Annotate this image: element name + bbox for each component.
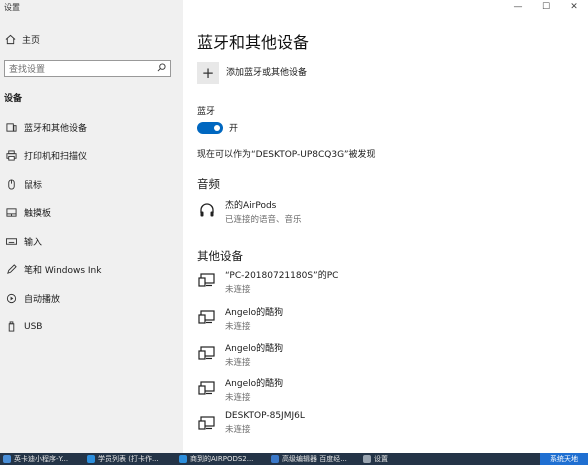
sidebar-item-pen[interactable]: 笔和 Windows Ink xyxy=(0,256,183,285)
usb-icon xyxy=(5,321,17,333)
gear-icon xyxy=(363,455,371,463)
sidebar-item-autoplay[interactable]: 自动播放 xyxy=(0,284,183,313)
device-status: 已连接的语音、音乐 xyxy=(225,215,302,225)
audio-heading: 音频 xyxy=(197,177,220,191)
taskbar-item-label: 英卡迪小程序-Y... xyxy=(14,455,69,463)
keyboard-icon xyxy=(5,235,17,247)
device-status: 未连接 xyxy=(225,358,251,368)
sidebar-item-label: 触摸板 xyxy=(24,209,52,220)
other-device-item[interactable]: Angelo的酷狗 未连接 xyxy=(197,341,283,368)
edge-icon xyxy=(179,455,187,463)
discoverable-text: 现在可以作为“DESKTOP-UP8CQ3G”被发现 xyxy=(197,150,376,160)
search-input[interactable]: 查找设置 xyxy=(4,60,171,77)
touchpad-icon xyxy=(5,207,17,219)
other-device-item[interactable]: Angelo的酷狗 未连接 xyxy=(197,305,283,332)
device-name: Angelo的酷狗 xyxy=(225,344,284,354)
taskbar-item-label: 商到的AIRPODS2... xyxy=(190,455,254,463)
device-status: 未连接 xyxy=(225,322,251,332)
other-devices-heading: 其他设备 xyxy=(197,249,243,263)
sidebar-item-touchpad[interactable]: 触摸板 xyxy=(0,199,183,228)
device-name: 杰的AirPods xyxy=(225,201,277,211)
nav-home[interactable]: 主页 xyxy=(4,33,40,46)
device-name: DESKTOP-85JMJ6L xyxy=(225,411,305,421)
sidebar-item-typing[interactable]: 输入 xyxy=(0,227,183,256)
taskbar: 英卡迪小程序-Y... 学员列表 (打卡作... 商到的AIRPODS2... … xyxy=(0,453,588,465)
taskbar-item-label: 设置 xyxy=(374,455,388,463)
device-icon xyxy=(197,307,217,327)
mouse-icon xyxy=(5,178,17,190)
taskbar-item[interactable]: 商到的AIRPODS2... xyxy=(176,453,268,465)
other-device-item[interactable]: “PC-20180721180S”的PC 未连接 xyxy=(197,268,338,295)
sidebar-item-label: 笔和 Windows Ink xyxy=(24,266,102,277)
device-name: “PC-20180721180S”的PC xyxy=(225,271,339,281)
sidebar-item-label: 蓝牙和其他设备 xyxy=(24,123,88,134)
minimize-button[interactable]: — xyxy=(504,0,532,14)
sidebar-item-label: 打印机和扫描仪 xyxy=(24,152,88,163)
device-name: Angelo的酷狗 xyxy=(225,379,284,389)
sidebar-item-mouse[interactable]: 鼠标 xyxy=(0,170,183,199)
device-name: Angelo的酷狗 xyxy=(225,308,284,318)
other-device-item[interactable]: DESKTOP-85JMJ6L 未连接 xyxy=(197,411,305,435)
bluetooth-toggle[interactable] xyxy=(197,121,223,134)
plus-icon: + xyxy=(197,62,219,84)
sidebar-item-label: USB xyxy=(24,321,43,332)
device-icon xyxy=(197,378,217,398)
taskbar-item-label: 高级编辑器 百度经... xyxy=(282,455,347,463)
sidebar-item-label: 鼠标 xyxy=(24,180,43,191)
other-device-item[interactable]: Angelo的酷狗 未连接 xyxy=(197,376,283,403)
taskbar-item[interactable]: 学员列表 (打卡作... xyxy=(84,453,176,465)
add-device-button[interactable]: + 添加蓝牙或其他设备 xyxy=(197,62,307,84)
add-device-label: 添加蓝牙或其他设备 xyxy=(226,68,308,78)
settings-window: 设置 主页 查找设置 设备 蓝牙和其他设备 打印机和扫描仪 鼠标 触摸板 输入 … xyxy=(0,0,588,453)
window-controls: — ☐ ✕ xyxy=(504,0,588,14)
edge-icon xyxy=(87,455,95,463)
sidebar-item-label: 输入 xyxy=(24,237,43,248)
section-heading: 设备 xyxy=(4,94,23,104)
sidebar: 设置 主页 查找设置 设备 蓝牙和其他设备 打印机和扫描仪 鼠标 触摸板 输入 … xyxy=(0,0,183,453)
taskbar-item[interactable]: 高级编辑器 百度经... xyxy=(268,453,360,465)
close-button[interactable]: ✕ xyxy=(560,0,588,14)
search-icon[interactable] xyxy=(157,62,166,75)
toggle-state-label: 开 xyxy=(229,124,239,134)
bluetooth-toggle-row: 开 xyxy=(197,121,238,134)
toggle-knob xyxy=(214,124,220,131)
device-icon xyxy=(197,270,217,290)
taskbar-item-settings[interactable]: 设置 xyxy=(360,453,440,465)
headphones-icon xyxy=(197,200,217,220)
device-status: 未连接 xyxy=(225,393,251,403)
watermark-badge: 系统天地 xyxy=(540,453,588,465)
home-icon xyxy=(4,34,16,46)
autoplay-icon xyxy=(5,292,17,304)
device-icon xyxy=(197,413,217,433)
maximize-button[interactable]: ☐ xyxy=(532,0,560,14)
sidebar-item-bluetooth[interactable]: 蓝牙和其他设备 xyxy=(0,113,183,142)
audio-device-item[interactable]: 杰的AirPods 已连接的语音、音乐 xyxy=(197,198,302,225)
device-status: 未连接 xyxy=(225,425,251,435)
taskbar-item-label: 学员列表 (打卡作... xyxy=(98,455,159,463)
bluetooth-icon xyxy=(5,121,17,133)
nav-home-label: 主页 xyxy=(22,36,41,46)
search-placeholder: 查找设置 xyxy=(9,65,46,75)
edge-icon xyxy=(271,455,279,463)
bluetooth-label: 蓝牙 xyxy=(197,107,216,117)
printer-icon xyxy=(5,150,17,162)
taskbar-item[interactable]: 英卡迪小程序-Y... xyxy=(0,453,84,465)
sidebar-item-usb[interactable]: USB xyxy=(0,313,183,342)
sidebar-nav: 蓝牙和其他设备 打印机和扫描仪 鼠标 触摸板 输入 笔和 Windows Ink… xyxy=(0,113,183,341)
device-status: 未连接 xyxy=(225,285,251,295)
sidebar-item-label: 自动播放 xyxy=(24,294,61,305)
page-title: 蓝牙和其他设备 xyxy=(197,33,310,52)
sidebar-item-printers[interactable]: 打印机和扫描仪 xyxy=(0,142,183,171)
device-icon xyxy=(197,343,217,363)
app-icon xyxy=(3,455,11,463)
pen-icon xyxy=(5,264,17,276)
window-title: 设置 xyxy=(4,3,20,12)
